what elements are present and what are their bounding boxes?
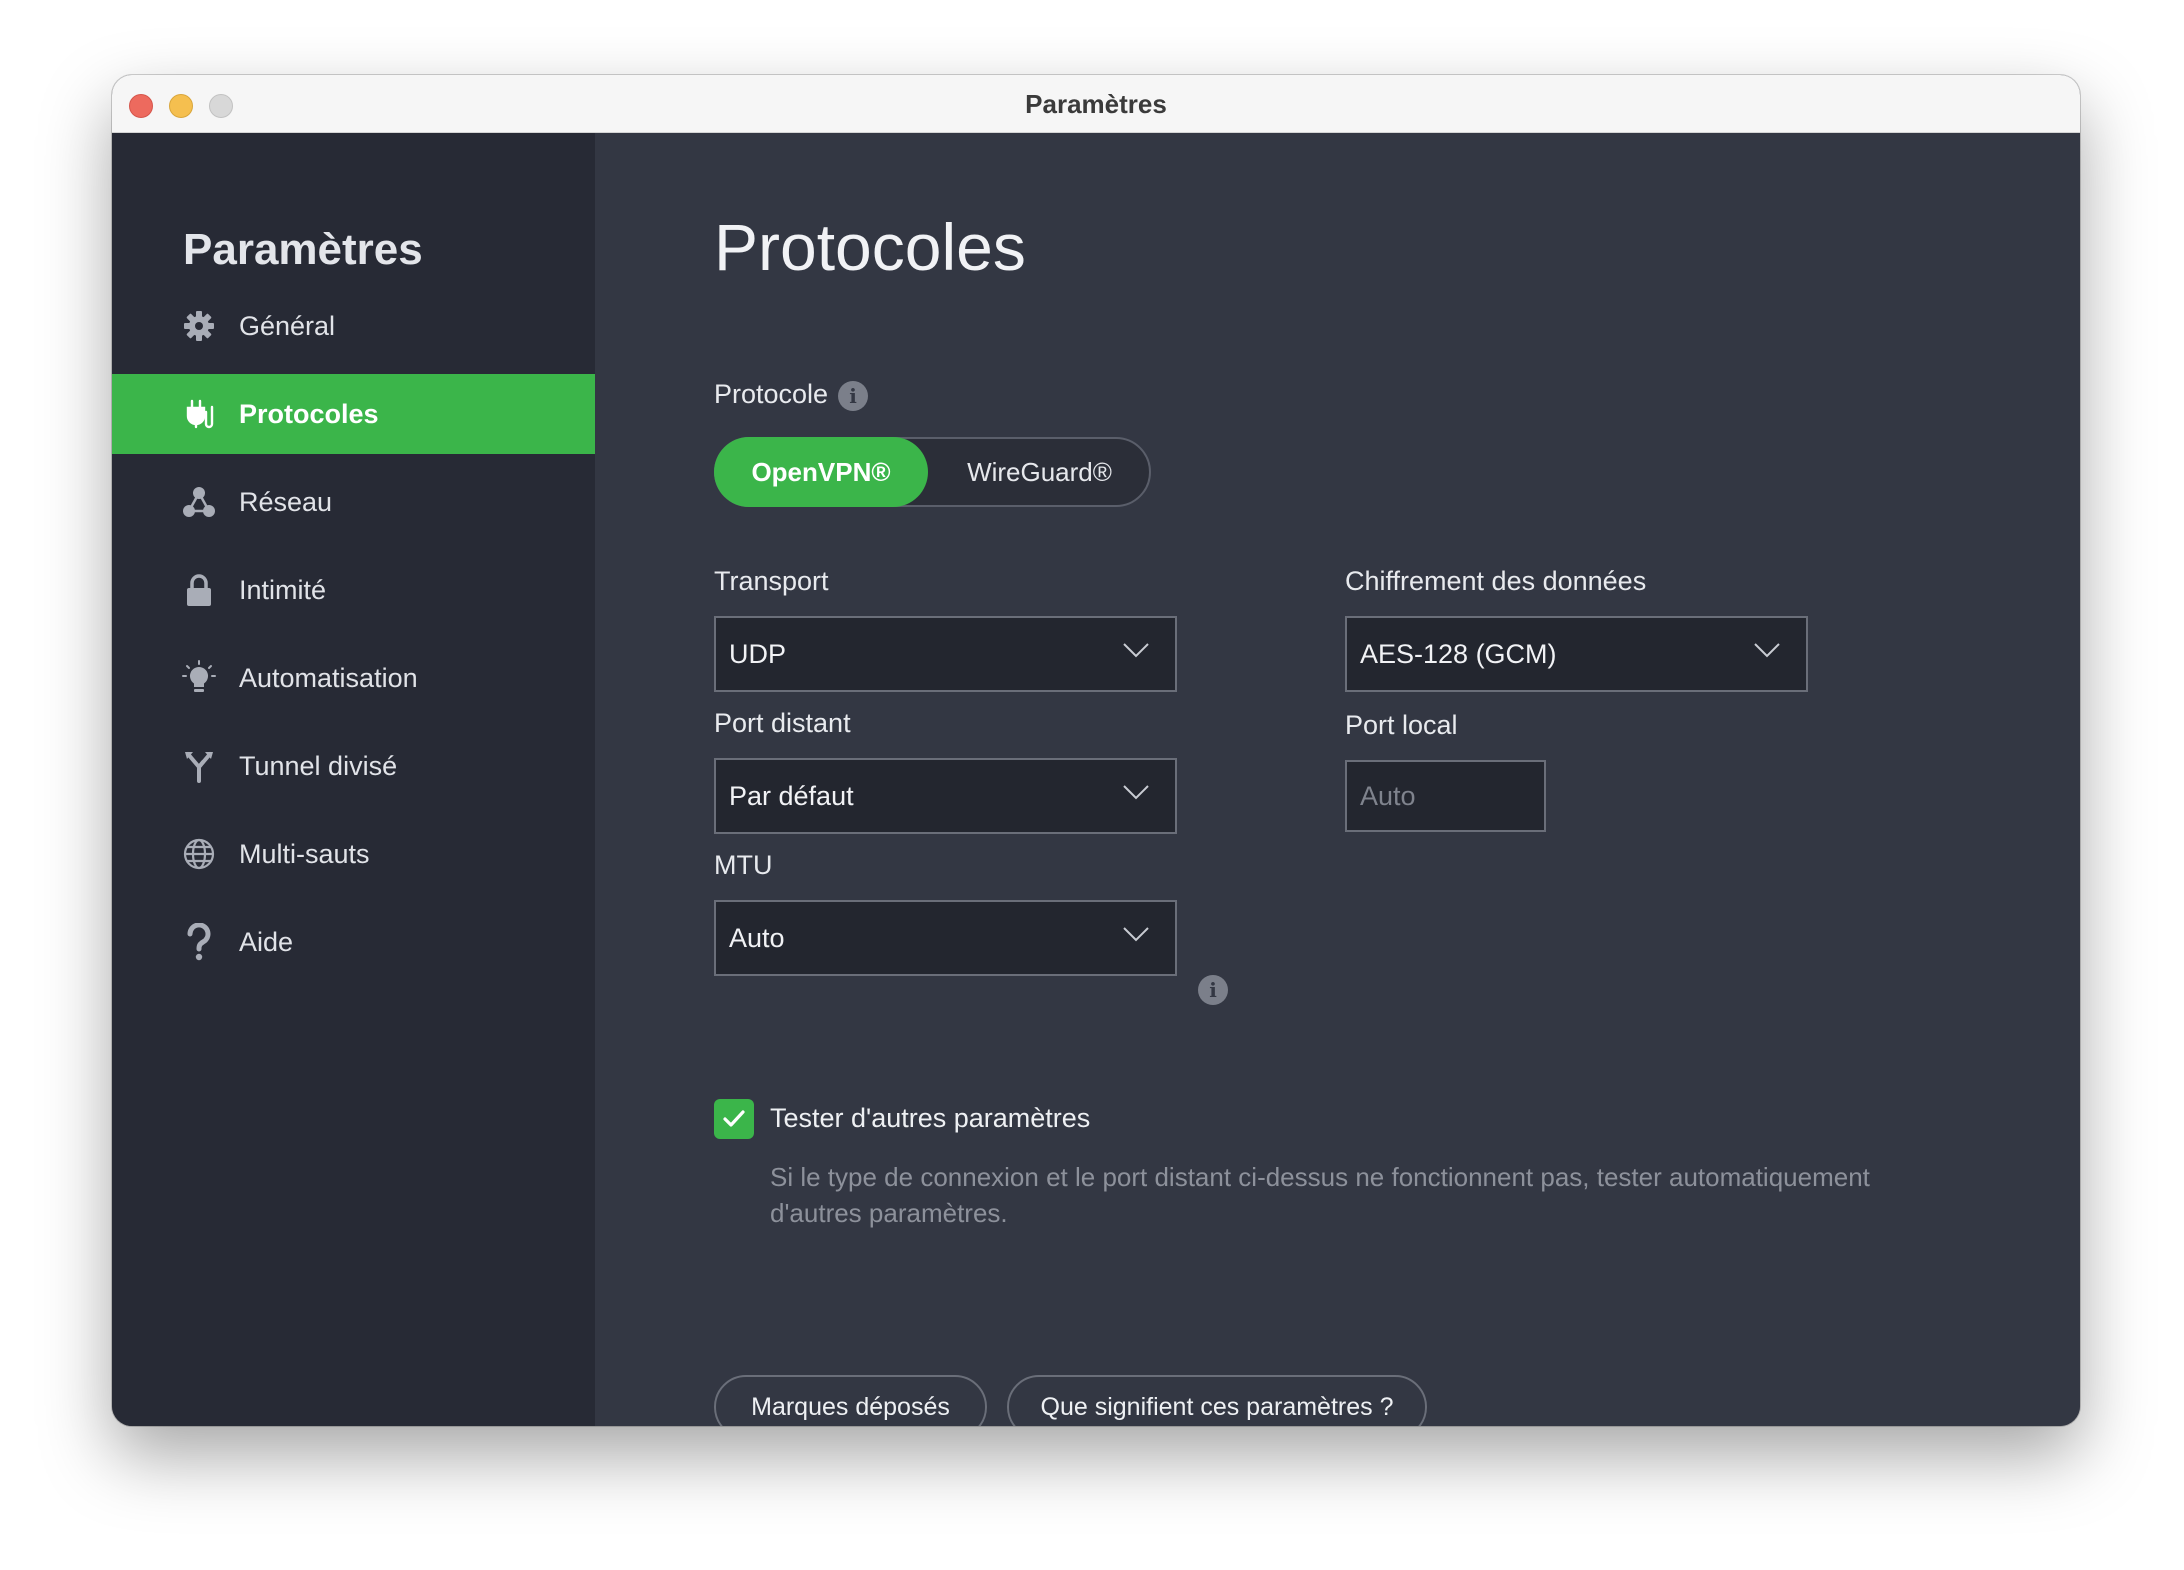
gear-icon [182,309,216,343]
protocol-option-wireguard[interactable]: WireGuard® [928,437,1151,507]
local-port-label: Port local [1345,710,1458,740]
settings-window: Paramètres Paramètres Général Protocoles… [112,75,2080,1426]
window-title: Paramètres [1025,89,1167,119]
sidebar-item-label: Aide [239,926,294,957]
remote-port-value: Par défaut [729,780,854,811]
transport-value: UDP [729,638,787,669]
lock-icon [182,573,216,607]
question-icon [182,923,216,961]
protocol-label: Protocole [714,379,829,409]
protocol-selector: OpenVPN® WireGuard® [714,437,1151,507]
sidebar-item-label: Réseau [239,486,333,517]
chevron-down-icon [1754,643,1780,658]
remote-port-select[interactable]: Par défaut [714,758,1177,834]
sidebar-item-label: Intimité [239,574,327,605]
chevron-down-icon [1123,927,1149,942]
transport-select[interactable]: UDP [714,616,1177,692]
sidebar-item-label: Général [239,310,336,341]
sidebar-item-network[interactable]: Réseau [112,462,595,542]
mtu-label: MTU [714,850,773,880]
lightbulb-icon [182,660,216,695]
trademarks-button[interactable]: Marques déposés [714,1375,987,1426]
encryption-value: AES-128 (GCM) [1360,638,1557,669]
encryption-select[interactable]: AES-128 (GCM) [1345,616,1808,692]
sidebar: Paramètres Général Protocoles Réseau Int… [112,133,595,1426]
try-other-settings-checkbox[interactable] [714,1099,754,1139]
mtu-info-icon[interactable]: i [1198,975,1228,1005]
local-port-input[interactable] [1345,760,1546,832]
settings-meaning-button[interactable]: Que signifient ces paramètres ? [1007,1375,1427,1426]
chevron-down-icon [1123,785,1149,800]
title-bar: Paramètres [112,75,2080,133]
mtu-select[interactable]: Auto [714,900,1177,976]
transport-label: Transport [714,566,829,596]
sidebar-item-label: Protocoles [239,398,379,429]
sidebar-title: Paramètres [183,225,423,274]
sidebar-item-multihop[interactable]: Multi-sauts [112,814,595,894]
chevron-down-icon [1123,643,1149,658]
protocol-info-icon[interactable]: i [838,381,868,411]
network-icon [182,485,216,519]
page-title: Protocoles [714,210,1026,284]
sidebar-item-split-tunnel[interactable]: Tunnel divisé [112,726,595,806]
globe-icon [182,837,216,871]
plug-icon [182,397,216,431]
mtu-value: Auto [729,922,785,953]
sidebar-item-general[interactable]: Général [112,286,595,366]
sidebar-item-protocols[interactable]: Protocoles [112,374,595,454]
try-other-settings-description: Si le type de connexion et le port dista… [770,1162,1870,1228]
protocol-option-openvpn[interactable]: OpenVPN® [714,437,928,507]
checkmark-icon [723,1110,745,1127]
split-tunnel-icon [182,749,216,783]
sidebar-item-help[interactable]: Aide [112,902,595,982]
main-panel: Protocoles Protocole i OpenVPN® WireGuar… [595,133,2080,1426]
try-other-settings-label: Tester d'autres paramètres [770,1103,1091,1133]
sidebar-item-label: Tunnel divisé [239,750,398,781]
encryption-label: Chiffrement des données [1345,566,1647,596]
sidebar-item-label: Multi-sauts [239,838,370,869]
sidebar-item-automation[interactable]: Automatisation [112,638,595,718]
sidebar-item-label: Automatisation [239,662,418,693]
remote-port-label: Port distant [714,708,851,738]
sidebar-item-privacy[interactable]: Intimité [112,550,595,630]
